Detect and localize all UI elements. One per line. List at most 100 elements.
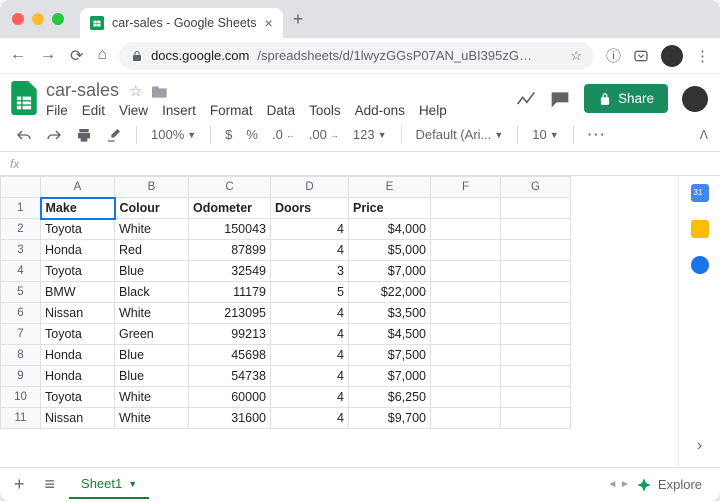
back-button[interactable]: ← [10, 46, 26, 66]
cell[interactable] [431, 240, 501, 261]
cell[interactable]: $7,500 [349, 345, 431, 366]
cell[interactable]: 5 [271, 282, 349, 303]
explore-button[interactable]: ◄ ► Explore [601, 477, 712, 493]
forward-button[interactable]: → [40, 46, 56, 66]
cell[interactable] [431, 198, 501, 219]
cell[interactable]: 4 [271, 240, 349, 261]
cell[interactable] [431, 366, 501, 387]
cell[interactable]: $22,000 [349, 282, 431, 303]
browser-menu-icon[interactable]: ⋮ [695, 47, 710, 65]
cell[interactable] [431, 282, 501, 303]
cell[interactable] [501, 240, 571, 261]
menu-view[interactable]: View [119, 103, 148, 118]
cell[interactable]: Toyota [41, 387, 115, 408]
hide-sidepanel-icon[interactable]: › [697, 437, 702, 455]
row-header[interactable]: 10 [1, 387, 41, 408]
menu-data[interactable]: Data [267, 103, 296, 118]
font-select[interactable]: Default (Ari...▼ [412, 124, 508, 145]
cell[interactable]: Red [115, 240, 189, 261]
cell[interactable]: Make [41, 198, 115, 219]
cell[interactable]: 213095 [189, 303, 271, 324]
cell[interactable]: 4 [271, 303, 349, 324]
decrease-decimal-button[interactable]: .0← [268, 124, 299, 145]
cell[interactable] [501, 345, 571, 366]
add-sheet-button[interactable]: + [8, 474, 31, 495]
cell[interactable]: $7,000 [349, 366, 431, 387]
calendar-addon-icon[interactable] [691, 184, 709, 202]
row-header[interactable]: 5 [1, 282, 41, 303]
menu-tools[interactable]: Tools [309, 103, 341, 118]
activity-icon[interactable] [516, 91, 536, 107]
close-window-button[interactable] [12, 13, 24, 25]
minimize-window-button[interactable] [32, 13, 44, 25]
column-header[interactable]: B [115, 177, 189, 198]
select-all-cell[interactable] [1, 177, 41, 198]
cell[interactable]: 3 [271, 261, 349, 282]
cell[interactable] [431, 408, 501, 429]
horizontal-scroll-indicator[interactable]: ◄ ► [607, 479, 630, 490]
menu-insert[interactable]: Insert [162, 103, 196, 118]
home-button[interactable]: ⌂ [97, 46, 107, 66]
cell[interactable]: $3,500 [349, 303, 431, 324]
profile-avatar[interactable] [661, 45, 683, 67]
row-header[interactable]: 7 [1, 324, 41, 345]
fullscreen-window-button[interactable] [52, 13, 64, 25]
cell[interactable]: Blue [115, 366, 189, 387]
star-document-icon[interactable]: ☆ [129, 82, 142, 100]
cell[interactable]: $4,500 [349, 324, 431, 345]
row-header[interactable]: 8 [1, 345, 41, 366]
cell[interactable] [431, 303, 501, 324]
account-avatar[interactable] [682, 86, 708, 112]
increase-decimal-button[interactable]: .00→ [305, 124, 343, 145]
cell[interactable]: $5,000 [349, 240, 431, 261]
cell[interactable]: 4 [271, 219, 349, 240]
cell[interactable]: $9,700 [349, 408, 431, 429]
cell[interactable] [501, 366, 571, 387]
sheet-tab[interactable]: Sheet1 ▼ [69, 470, 149, 499]
undo-button[interactable] [12, 125, 36, 145]
close-tab-icon[interactable]: × [265, 15, 273, 31]
cell[interactable]: Toyota [41, 324, 115, 345]
format-menu[interactable]: 123▼ [349, 124, 391, 145]
cell[interactable] [501, 261, 571, 282]
menu-format[interactable]: Format [210, 103, 253, 118]
cell[interactable]: White [115, 387, 189, 408]
cell[interactable]: 31600 [189, 408, 271, 429]
cell[interactable]: BMW [41, 282, 115, 303]
spreadsheet-grid[interactable]: ABCDEFG1MakeColourOdometerDoorsPrice2Toy… [0, 176, 678, 467]
paint-format-button[interactable] [102, 124, 126, 146]
cell[interactable]: 4 [271, 366, 349, 387]
cell[interactable]: Price [349, 198, 431, 219]
cell[interactable]: White [115, 408, 189, 429]
sheet-tab-menu-icon[interactable]: ▼ [128, 479, 137, 489]
cell[interactable]: $6,250 [349, 387, 431, 408]
reload-button[interactable]: ⟳ [70, 46, 83, 66]
cell[interactable]: Green [115, 324, 189, 345]
comments-icon[interactable] [550, 90, 570, 108]
all-sheets-button[interactable]: ≡ [39, 474, 62, 495]
cell[interactable]: 99213 [189, 324, 271, 345]
column-header[interactable]: C [189, 177, 271, 198]
cell[interactable]: Blue [115, 345, 189, 366]
new-tab-button[interactable]: + [293, 9, 304, 30]
cell[interactable]: White [115, 303, 189, 324]
cell[interactable] [431, 387, 501, 408]
cell[interactable]: 150043 [189, 219, 271, 240]
cell[interactable]: 4 [271, 345, 349, 366]
star-icon[interactable]: ☆ [570, 48, 582, 64]
sheets-logo-icon[interactable] [10, 80, 38, 116]
cell[interactable]: Black [115, 282, 189, 303]
keep-addon-icon[interactable] [691, 220, 709, 238]
cell[interactable]: Toyota [41, 261, 115, 282]
cell[interactable]: Colour [115, 198, 189, 219]
row-header[interactable]: 9 [1, 366, 41, 387]
cell[interactable]: Odometer [189, 198, 271, 219]
toolbar-overflow[interactable]: ··· [584, 124, 611, 145]
cell[interactable]: 45698 [189, 345, 271, 366]
column-header[interactable]: G [501, 177, 571, 198]
cell[interactable]: Toyota [41, 219, 115, 240]
cell[interactable]: Honda [41, 366, 115, 387]
print-button[interactable] [72, 124, 96, 146]
cell[interactable]: 54738 [189, 366, 271, 387]
cell[interactable]: Honda [41, 240, 115, 261]
